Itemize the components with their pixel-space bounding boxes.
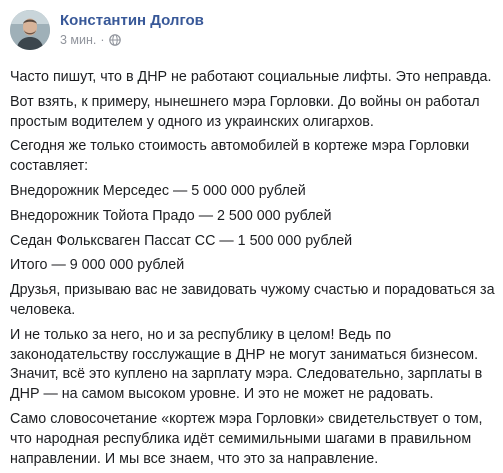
avatar[interactable] <box>10 10 50 50</box>
post-paragraph: И не только за него, но и за республику … <box>10 326 483 403</box>
post-paragraph: Друзья, призываю вас не завидовать чужом… <box>10 282 495 318</box>
post-paragraph: Внедорожник Мерседес — 5 000 000 рублей <box>10 182 306 199</box>
post-paragraph: Вот взять, к примеру, нынешнего мэра Гор… <box>10 93 480 130</box>
separator-dot: · <box>100 33 105 47</box>
post-paragraph: Внедорожник Тойота Прадо — 2 500 000 руб… <box>10 207 332 224</box>
post-paragraph: Сегодня же только стоимость автомобилей … <box>10 138 470 175</box>
person-photo-icon <box>10 10 50 50</box>
post-body: Часто пишут, что в ДНР не работают социа… <box>10 68 503 469</box>
post-header: Константин Долгов 3 мин. · <box>10 10 503 58</box>
author-name[interactable]: Константин Долгов <box>60 12 204 30</box>
facebook-post: Константин Долгов 3 мин. · Часто пишут, … <box>0 0 503 473</box>
post-timestamp[interactable]: 3 мин. <box>60 32 96 48</box>
post-paragraph: Итого — 9 000 000 рублей <box>10 257 185 274</box>
globe-icon[interactable] <box>108 34 121 46</box>
post-paragraph: Само словосочетание «кортеж мэра Горловк… <box>10 410 483 467</box>
post-paragraph: Седан Фольксваген Пассат СС — 1 500 000 … <box>10 232 353 249</box>
post-subline: 3 мин. · <box>60 32 204 48</box>
post-paragraph: Часто пишут, что в ДНР не работают социа… <box>10 69 492 85</box>
post-meta: Константин Долгов 3 мин. · <box>60 10 204 48</box>
